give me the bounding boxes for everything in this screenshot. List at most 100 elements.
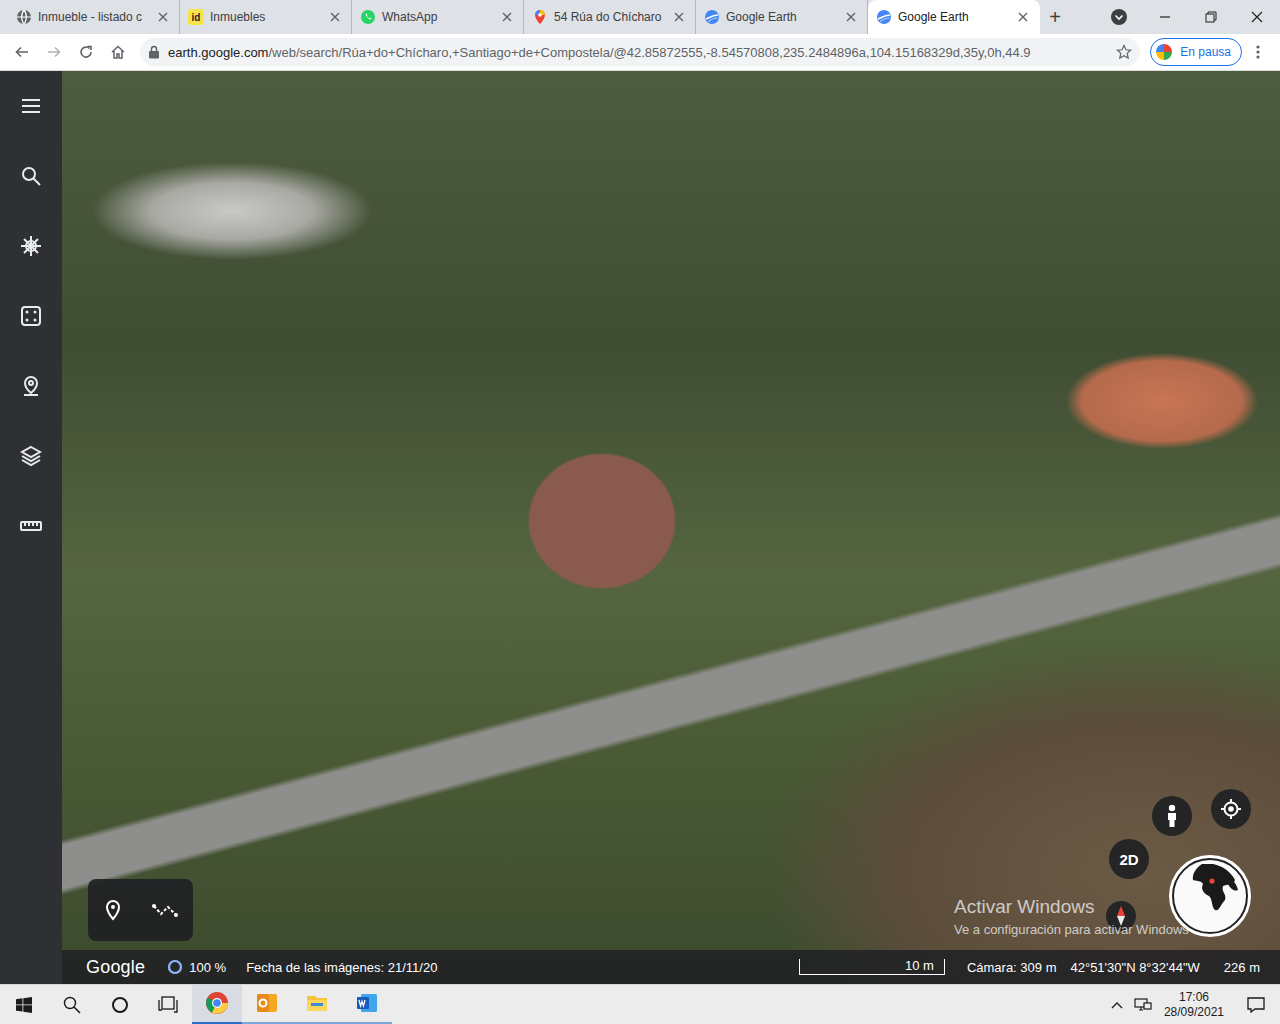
tab-bar: Inmueble - listado cidInmueblesWhatsApp 5… (0, 0, 1280, 34)
task-view-button[interactable] (144, 985, 192, 1024)
loading-percent: 100 % (189, 960, 226, 975)
notification-icon (1247, 996, 1265, 1014)
sidebar-item[interactable] (0, 491, 62, 561)
sidebar-item[interactable] (0, 351, 62, 421)
map-tools (88, 879, 193, 941)
more-icon (1256, 44, 1260, 60)
profile-button[interactable]: En pausa (1150, 38, 1242, 66)
restore-button[interactable] (1188, 0, 1234, 34)
tab-label: Google Earth (898, 10, 1009, 24)
search-icon (62, 995, 82, 1015)
street-view-button[interactable] (1152, 796, 1192, 836)
generic-favicon-icon (16, 9, 32, 25)
earth-sidebar (0, 71, 62, 984)
earth-app: 2DGoogle100 %Fecha de las imágenes: 21/1… (0, 71, 1280, 984)
chevron-up-icon (1108, 997, 1126, 1013)
sidebar-item[interactable] (0, 71, 62, 141)
my-location-button[interactable] (1211, 789, 1251, 829)
taskbar-app[interactable] (342, 985, 392, 1024)
sidebar-item[interactable] (0, 281, 62, 351)
reload-button[interactable] (70, 36, 102, 68)
voyager-helm-icon (20, 235, 42, 257)
back-button[interactable] (6, 36, 38, 68)
start-button[interactable] (0, 985, 48, 1024)
cortana-button[interactable] (96, 985, 144, 1024)
measure-ruler-icon (20, 515, 42, 537)
compass[interactable] (1106, 901, 1136, 931)
close-tab-icon[interactable] (843, 9, 859, 25)
tab-label: 54 Rúa do Chícharo (554, 10, 665, 24)
sidebar-item[interactable] (0, 211, 62, 281)
elevation: 226 m (1224, 960, 1260, 975)
word-app-icon (355, 991, 379, 1015)
watermark-subtitle: Ve a configuración para activar Windows (954, 922, 1189, 937)
url-path: /web/search/Rúa+do+Chícharo,+Santiago+de… (268, 45, 1030, 60)
tab-search-icon (1109, 7, 1129, 27)
close-tab-icon[interactable] (327, 9, 343, 25)
show-hidden-icons-button[interactable] (1104, 985, 1130, 1024)
status-bar: Google100 %Fecha de las imágenes: 21/11/… (62, 950, 1280, 984)
aerial-imagery[interactable]: 2DGoogle100 %Fecha de las imágenes: 21/1… (62, 71, 1280, 984)
view-mode-button[interactable]: 2D (1109, 839, 1149, 879)
feeling-lucky-dice-icon (20, 305, 42, 327)
clock[interactable]: 17:0628/09/2021 (1156, 990, 1232, 1020)
close-tab-icon[interactable] (1015, 9, 1031, 25)
browser-tab[interactable]: 54 Rúa do Chícharo (524, 0, 696, 34)
taskbar-app[interactable] (192, 985, 242, 1024)
omnibox[interactable]: earth.google.com/web/search/Rúa+do+Chích… (140, 38, 1140, 66)
loading-ring-icon (167, 959, 183, 975)
taskbar: 17:0628/09/2021 (0, 984, 1280, 1024)
browser-tab[interactable]: Google Earth (696, 0, 868, 34)
forward-button[interactable] (38, 36, 70, 68)
sidebar-item[interactable] (0, 141, 62, 211)
minimize-button[interactable] (1142, 0, 1188, 34)
search-button[interactable] (48, 985, 96, 1024)
earth-favicon-icon (704, 9, 720, 25)
taskbar-app[interactable] (292, 985, 342, 1024)
maps-favicon-icon (532, 9, 548, 25)
chrome-app-icon (205, 991, 229, 1015)
activation-watermark: Activar Windows Ve a configuración para a… (954, 896, 1189, 937)
home-button[interactable] (102, 36, 134, 68)
mini-globe[interactable] (1168, 854, 1252, 938)
pegman-icon (1165, 804, 1179, 828)
network-button[interactable] (1130, 985, 1156, 1024)
close-tab-icon[interactable] (499, 9, 515, 25)
reload-icon (78, 44, 94, 60)
address-bar: earth.google.com/web/search/Rúa+do+Chích… (0, 34, 1280, 71)
tab-search-button[interactable] (1096, 0, 1142, 34)
tab-label: Inmuebles (210, 10, 321, 24)
browser-tab[interactable]: Google Earth (868, 0, 1040, 34)
sidebar-item[interactable] (0, 421, 62, 491)
star-icon[interactable] (1116, 44, 1132, 60)
minimize-icon (1155, 7, 1175, 27)
cortana-icon (110, 995, 130, 1015)
browser-tab[interactable]: WhatsApp (352, 0, 524, 34)
home-icon (110, 44, 126, 60)
url-host: earth.google.com (168, 45, 268, 60)
close-tab-icon[interactable] (155, 9, 171, 25)
taskbar-app[interactable] (242, 985, 292, 1024)
placemark-icon[interactable] (103, 899, 123, 921)
new-tab-button[interactable]: + (1040, 0, 1070, 34)
url-text[interactable]: earth.google.com/web/search/Rúa+do+Chích… (168, 45, 1108, 60)
watermark-title: Activar Windows (954, 896, 1189, 918)
google-logo: Google (86, 957, 145, 978)
coordinates: 42°51'30"N 8°32'44"W (1070, 960, 1199, 975)
draw-path-icon[interactable] (152, 902, 178, 918)
close-window-button[interactable] (1234, 0, 1280, 34)
lock-icon[interactable] (148, 45, 160, 59)
browser-tab[interactable]: idInmuebles (180, 0, 352, 34)
clock-date: 28/09/2021 (1164, 1005, 1224, 1020)
camera-altitude: Cámara: 309 m (967, 960, 1057, 975)
action-center-button[interactable] (1232, 985, 1280, 1024)
network-icon (1134, 997, 1152, 1013)
globe-icon (1168, 854, 1252, 938)
close-tab-icon[interactable] (671, 9, 687, 25)
profile-avatar-icon (1154, 42, 1174, 62)
browser-menu-button[interactable] (1242, 36, 1274, 68)
clock-time: 17:06 (1179, 990, 1209, 1005)
browser-tab[interactable]: Inmueble - listado c (8, 0, 180, 34)
earth-favicon-icon (876, 9, 892, 25)
profile-status: En pausa (1180, 45, 1231, 59)
